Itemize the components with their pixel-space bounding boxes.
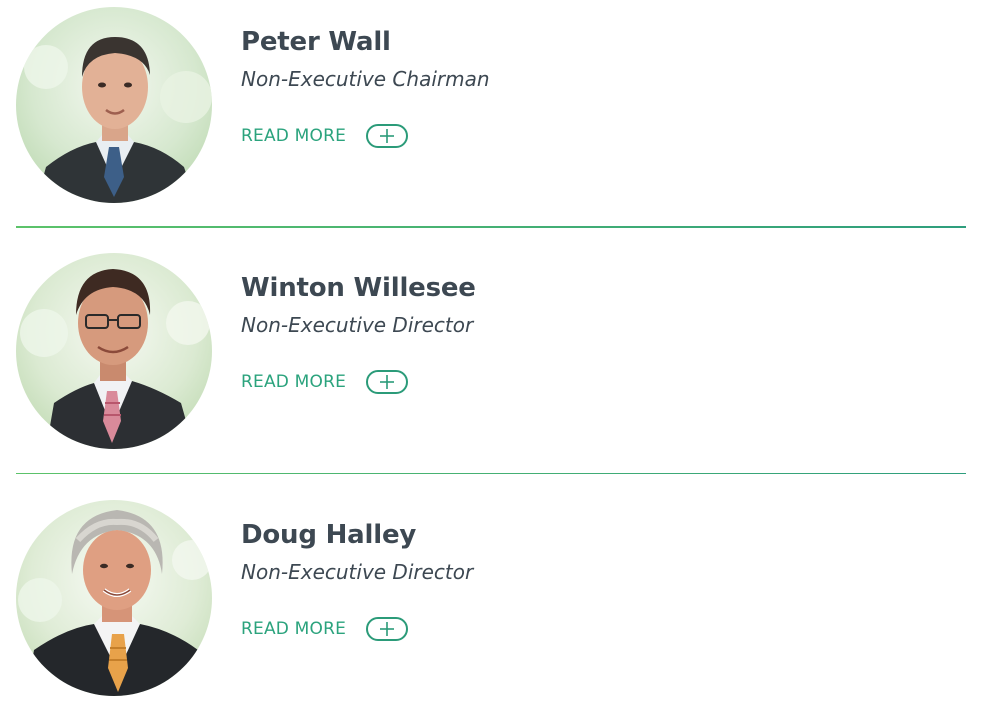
member-role: Non-Executive Director [241,560,474,584]
board-member-card: Peter Wall Non-Executive Chairman READ M… [16,7,966,203]
read-more-button[interactable]: READ MORE [241,370,476,394]
member-info: Winton Willesee Non-Executive Director R… [241,275,476,394]
plus-icon [380,622,395,636]
board-member-card: Winton Willesee Non-Executive Director R… [16,253,966,449]
plus-icon [380,375,395,389]
member-photo [16,253,212,449]
board-member-list: Peter Wall Non-Executive Chairman READ M… [0,0,981,703]
board-member-card: Doug Halley Non-Executive Director READ … [16,500,966,696]
member-name: Doug Halley [241,520,417,550]
read-more-button[interactable]: READ MORE [241,617,473,641]
divider [16,226,966,228]
plus-icon [380,129,395,143]
expand-toggle[interactable] [366,370,409,394]
member-info: Peter Wall Non-Executive Chairman READ M… [241,29,490,148]
member-role: Non-Executive Director [241,313,474,337]
member-name: Peter Wall [241,27,391,57]
expand-toggle[interactable] [366,124,409,148]
divider [16,473,966,474]
member-role: Non-Executive Chairman [241,67,490,91]
member-info: Doug Halley Non-Executive Director READ … [241,522,473,641]
read-more-label[interactable]: READ MORE [241,127,346,145]
read-more-label[interactable]: READ MORE [241,373,346,391]
expand-toggle[interactable] [366,617,409,641]
read-more-button[interactable]: READ MORE [241,124,490,148]
member-photo [16,500,212,696]
member-name: Winton Willesee [241,273,476,303]
read-more-label[interactable]: READ MORE [241,620,346,638]
member-photo [16,7,212,203]
